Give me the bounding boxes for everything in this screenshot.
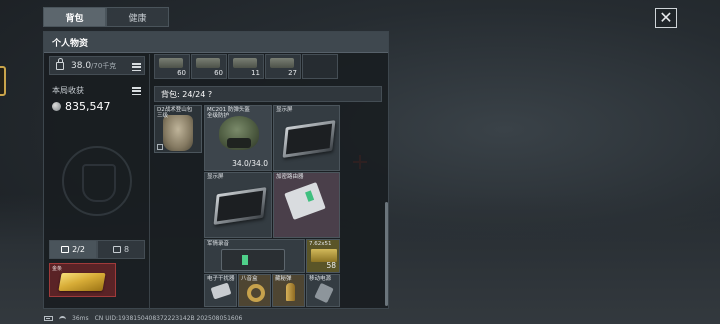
uid-text: CN UID:1938150408372223142B 202508051606 bbox=[94, 315, 243, 322]
wifi-icon bbox=[59, 316, 66, 321]
vest-icon bbox=[163, 115, 193, 151]
tab-backpack[interactable]: 背包 bbox=[43, 7, 106, 27]
item-recorder-label: 军情录音 bbox=[207, 241, 230, 247]
item-ammo-label: 7.62x51 bbox=[309, 241, 332, 247]
stack-quantity: 27 bbox=[288, 69, 297, 77]
ping-value: 36ms bbox=[72, 315, 89, 322]
panel-title: 个人物资 bbox=[44, 32, 388, 53]
gold-bar-item[interactable]: 金条 bbox=[49, 263, 116, 297]
power-bank-icon bbox=[314, 282, 334, 304]
bind-mark-icon bbox=[157, 144, 163, 150]
item-jammer-label: 电子干扰器 bbox=[207, 276, 235, 282]
close-icon: ✕ bbox=[659, 8, 673, 27]
backpack-slots-label: 2/2 bbox=[72, 245, 85, 254]
stack-quantity: 60 bbox=[177, 69, 186, 77]
status-bar: 36ms CN UID:1938150408372223142B 2025080… bbox=[44, 315, 242, 322]
empty-stack-slot[interactable] bbox=[302, 54, 338, 79]
ammo-stack-slot[interactable]: 27 bbox=[265, 54, 301, 79]
tab-backpack-slots[interactable]: 2/2 bbox=[49, 240, 97, 259]
gold-bar-icon bbox=[58, 273, 106, 291]
inventory-scrollbar[interactable] bbox=[385, 202, 388, 306]
summary-column: 38.0 /70千克 本局收获 835,547 2/2 8 金条 bbox=[44, 54, 150, 310]
item-jammer[interactable]: 电子干扰器 bbox=[204, 274, 237, 307]
item-router-label: 加密路由器 bbox=[276, 174, 304, 180]
stack-quantity: 60 bbox=[214, 69, 223, 77]
ammo-icon bbox=[270, 58, 294, 68]
safe-icon bbox=[112, 246, 121, 253]
item-display-1[interactable]: 显示屏 bbox=[273, 105, 340, 171]
shell-icon bbox=[286, 283, 295, 301]
display-icon bbox=[213, 187, 267, 225]
sort-list-icon[interactable] bbox=[132, 63, 141, 71]
ammo-quantity: 58 bbox=[326, 261, 336, 270]
gold-bar-label: 金条 bbox=[52, 266, 63, 272]
earnings-value: 835,547 bbox=[52, 100, 111, 113]
weight-indicator: 38.0 /70千克 bbox=[49, 56, 145, 75]
ammo-icon bbox=[233, 58, 257, 68]
item-display-2[interactable]: 显示屏 bbox=[204, 172, 272, 238]
helmet-icon bbox=[219, 116, 259, 150]
tab-safe-slots[interactable]: 8 bbox=[97, 240, 145, 259]
tab-bar: 背包 健康 bbox=[43, 7, 169, 27]
item-music-box[interactable]: 八音盒 bbox=[238, 274, 271, 307]
backpack-capacity: 背包: 24/24 ? bbox=[154, 86, 382, 102]
emblem-watermark bbox=[62, 146, 132, 216]
ammo-icon bbox=[159, 58, 183, 68]
item-display-2-label: 显示屏 bbox=[207, 174, 224, 180]
ammo-stack-slot[interactable]: 11 bbox=[228, 54, 264, 79]
item-shell-label: 藏秘弹 bbox=[275, 276, 292, 282]
ammo-stack-row: 60 60 11 27 bbox=[154, 54, 338, 79]
display-icon bbox=[282, 120, 336, 158]
item-power-bank-label: 移动电源 bbox=[309, 276, 332, 282]
side-marker bbox=[0, 66, 6, 96]
ammo-stack-slot[interactable]: 60 bbox=[191, 54, 227, 79]
tab-health[interactable]: 健康 bbox=[106, 7, 169, 27]
ammo-stack-slot[interactable]: 60 bbox=[154, 54, 190, 79]
item-vest-label: D2战术登山包 三级 bbox=[157, 107, 193, 120]
inventory-panel: 个人物资 38.0 /70千克 本局收获 835,547 2/2 8 金条 60… bbox=[43, 31, 389, 310]
item-helmet-label: MC201 防弹头盔 全级防护 bbox=[207, 107, 250, 120]
weight-max: /70千克 bbox=[91, 61, 117, 70]
close-button[interactable]: ✕ bbox=[655, 8, 677, 28]
item-router[interactable]: 加密路由器 bbox=[273, 172, 340, 238]
item-music-box-label: 八音盒 bbox=[241, 276, 258, 282]
earnings-list-icon[interactable] bbox=[132, 87, 141, 95]
earnings-label: 本局收获 bbox=[52, 86, 84, 95]
ammo-icon bbox=[196, 58, 220, 68]
stack-quantity: 11 bbox=[251, 69, 260, 77]
coin-icon bbox=[52, 102, 61, 111]
battery-icon bbox=[44, 316, 53, 321]
item-recorder[interactable]: 军情录音 bbox=[204, 239, 305, 273]
router-icon bbox=[284, 182, 326, 220]
jammer-icon bbox=[210, 282, 232, 300]
slot-tabs: 2/2 8 bbox=[49, 240, 145, 259]
item-power-bank[interactable]: 移动电源 bbox=[306, 274, 340, 307]
weight-current: 38.0 bbox=[71, 60, 92, 71]
item-helmet[interactable]: MC201 防弹头盔 全级防护 34.0/34.0 bbox=[204, 105, 272, 171]
music-box-icon bbox=[247, 284, 265, 302]
item-shell[interactable]: 藏秘弹 bbox=[272, 274, 305, 307]
recorder-icon bbox=[221, 249, 285, 271]
item-vest[interactable]: D2战术登山包 三级 bbox=[154, 105, 202, 153]
weight-icon bbox=[56, 57, 64, 70]
item-ammo-box[interactable]: 7.62x51 58 bbox=[306, 239, 340, 273]
backpack-icon bbox=[61, 246, 70, 253]
safe-slots-label: 8 bbox=[123, 245, 130, 254]
helmet-durability: 34.0/34.0 bbox=[232, 159, 268, 168]
earnings-amount: 835,547 bbox=[65, 100, 111, 113]
item-display-1-label: 显示屏 bbox=[276, 107, 293, 113]
